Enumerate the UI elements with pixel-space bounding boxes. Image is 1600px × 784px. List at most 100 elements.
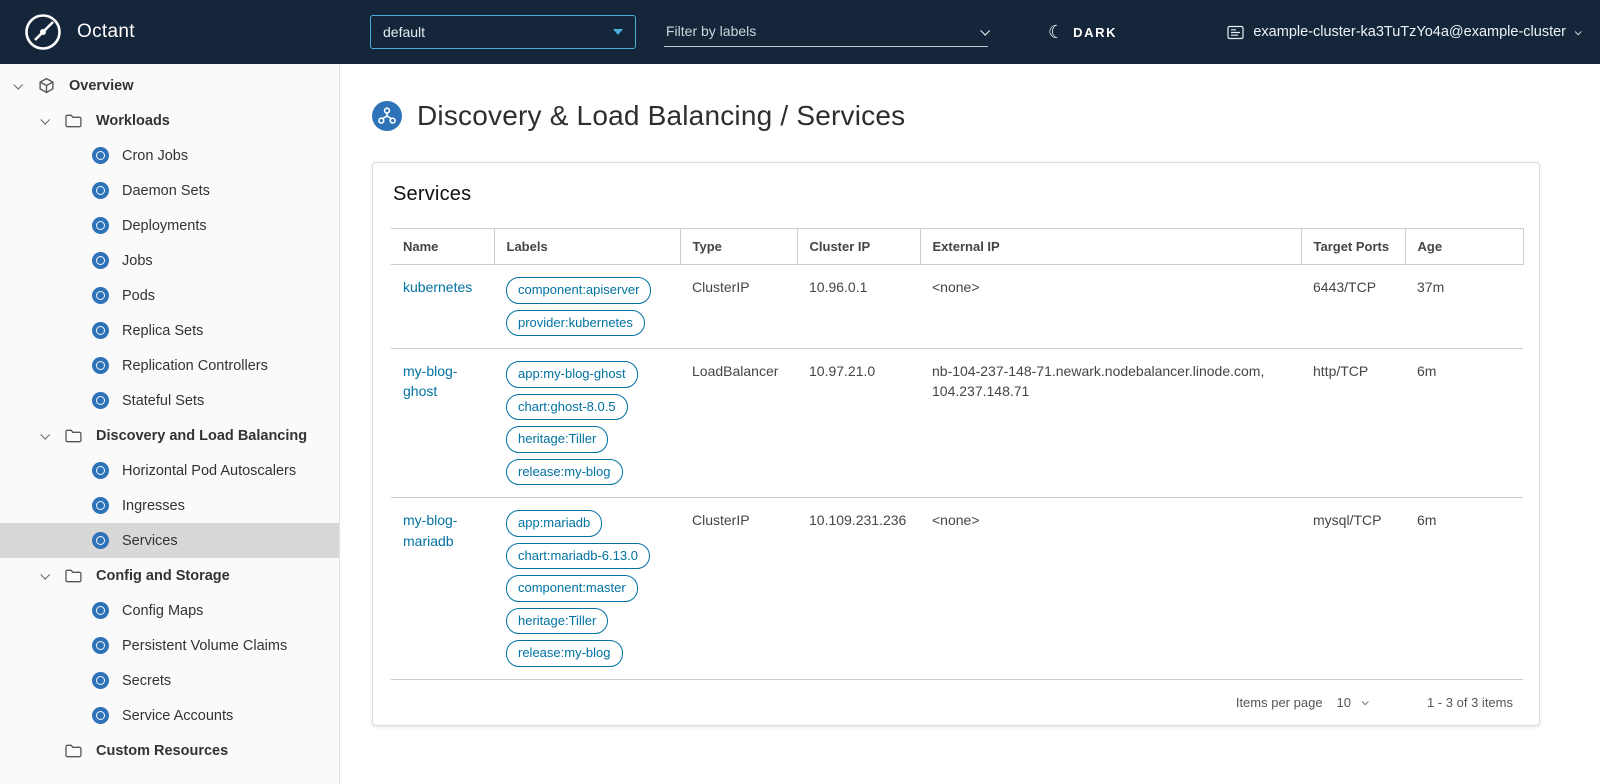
external-ip-cell: nb-104-237-148-71.newark.nodebalancer.li… [920, 349, 1301, 498]
items-per-page-select[interactable]: 10 [1337, 695, 1367, 710]
label-pill: app:mariadb [506, 510, 602, 537]
page-title: Discovery & Load Balancing / Services [417, 100, 905, 132]
octant-logo-icon [22, 11, 64, 53]
chevron-down-icon[interactable] [40, 115, 50, 125]
sidebar-item-secrets[interactable]: Secrets [0, 663, 339, 698]
label-pill: component:master [506, 575, 638, 602]
ingresses-resource-icon [92, 497, 109, 514]
sidebar-item-daemon-sets[interactable]: Daemon Sets [0, 173, 339, 208]
context-selector[interactable]: example-cluster-ka3TuTzYo4a@example-clus… [1227, 0, 1580, 64]
replication-controllers-resource-icon [92, 357, 109, 374]
app-title: Octant [77, 21, 135, 43]
sidebar-item-label: Jobs [122, 253, 153, 269]
items-per-page-value: 10 [1337, 695, 1351, 710]
column-header-labels: Labels [494, 229, 680, 265]
context-label: example-cluster-ka3TuTzYo4a@example-clus… [1253, 24, 1566, 40]
sidebar-item-label: Pods [122, 288, 155, 304]
pvc-resource-icon [92, 637, 109, 654]
cluster-icon [1227, 25, 1244, 40]
sidebar-section-config-and-storage[interactable]: Config and Storage [0, 558, 339, 593]
service-link[interactable]: kubernetes [403, 279, 472, 295]
header: Octant default ☾ DARK example-cluster-ka… [0, 0, 1600, 64]
services-table: Name Labels Type Cluster IP External IP … [391, 228, 1524, 680]
sidebar-section-workloads[interactable]: Workloads [0, 103, 339, 138]
service-link[interactable]: my-blog-mariadb [403, 512, 457, 548]
sidebar-item-config-maps[interactable]: Config Maps [0, 593, 339, 628]
sidebar-item-stateful-sets[interactable]: Stateful Sets [0, 383, 339, 418]
sidebar-item-ingresses[interactable]: Ingresses [0, 488, 339, 523]
labels-cell: component:apiserver provider:kubernetes [494, 265, 680, 349]
target-ports-cell: http/TCP [1301, 349, 1405, 498]
type-cell: LoadBalancer [680, 349, 797, 498]
column-header-cluster-ip: Cluster IP [797, 229, 920, 265]
pagination: Items per page 10 1 - 3 of 3 items [391, 680, 1521, 725]
sidebar-section-label: Workloads [96, 113, 170, 129]
external-ip-cell: <none> [920, 265, 1301, 349]
sidebar-item-pods[interactable]: Pods [0, 278, 339, 313]
table-row: my-blog-ghost app:my-blog-ghost chart:gh… [391, 349, 1523, 498]
hpa-resource-icon [92, 462, 109, 479]
sidebar-item-jobs[interactable]: Jobs [0, 243, 339, 278]
cluster-ip-cell: 10.97.21.0 [797, 349, 920, 498]
sidebar-item-deployments[interactable]: Deployments [0, 208, 339, 243]
stateful-sets-resource-icon [92, 392, 109, 409]
card-title: Services [391, 181, 1521, 206]
sidebar: Overview Workloads Cron Jobs Daemon Sets… [0, 64, 340, 784]
sidebar-item-cron-jobs[interactable]: Cron Jobs [0, 138, 339, 173]
service-accounts-resource-icon [92, 707, 109, 724]
service-link[interactable]: my-blog-ghost [403, 363, 457, 399]
sidebar-item-replica-sets[interactable]: Replica Sets [0, 313, 339, 348]
theme-toggle[interactable]: ☾ DARK [1048, 0, 1117, 64]
labels-cell: app:my-blog-ghost chart:ghost-8.0.5 heri… [494, 349, 680, 498]
label-pill: chart:mariadb-6.13.0 [506, 543, 650, 570]
external-ip-cell: <none> [920, 498, 1301, 680]
name-cell: my-blog-mariadb [391, 498, 494, 680]
chevron-down-icon [1362, 698, 1369, 705]
sidebar-section-label: Discovery and Load Balancing [96, 428, 307, 444]
sidebar-section-custom-resources[interactable]: Custom Resources [0, 733, 339, 768]
label-pill: release:my-blog [506, 640, 623, 667]
pagination-range: 1 - 3 of 3 items [1427, 695, 1513, 710]
sidebar-item-label: Stateful Sets [122, 393, 204, 409]
age-cell: 6m [1405, 349, 1523, 498]
age-cell: 37m [1405, 265, 1523, 349]
type-cell: ClusterIP [680, 498, 797, 680]
sidebar-item-replication-controllers[interactable]: Replication Controllers [0, 348, 339, 383]
folder-icon [65, 429, 82, 443]
sidebar-item-label: Replica Sets [122, 323, 203, 339]
column-header-name: Name [391, 229, 494, 265]
namespace-select[interactable]: default [370, 15, 636, 49]
sidebar-item-label: Replication Controllers [122, 358, 268, 374]
sidebar-item-horizontal-pod-autoscalers[interactable]: Horizontal Pod Autoscalers [0, 453, 339, 488]
jobs-resource-icon [92, 252, 109, 269]
sidebar-item-overview[interactable]: Overview [0, 68, 339, 103]
chevron-down-icon[interactable] [40, 570, 50, 580]
chevron-down-icon[interactable] [13, 80, 23, 90]
sidebar-section-discovery-and-load-balancing[interactable]: Discovery and Load Balancing [0, 418, 339, 453]
label-pill: provider:kubernetes [506, 310, 645, 337]
target-ports-cell: 6443/TCP [1301, 265, 1405, 349]
folder-icon [65, 744, 82, 758]
chevron-down-icon[interactable] [980, 25, 990, 35]
labels-cell: app:mariadb chart:mariadb-6.13.0 compone… [494, 498, 680, 680]
label-filter-input[interactable] [664, 23, 981, 39]
table-row: my-blog-mariadb app:mariadb chart:mariad… [391, 498, 1523, 680]
sidebar-item-label: Deployments [122, 218, 207, 234]
sidebar-item-service-accounts[interactable]: Service Accounts [0, 698, 339, 733]
type-cell: ClusterIP [680, 265, 797, 349]
name-cell: kubernetes [391, 265, 494, 349]
page-header: Discovery & Load Balancing / Services [372, 100, 1600, 132]
namespace-value: default [383, 24, 425, 40]
sidebar-item-label: Cron Jobs [122, 148, 188, 164]
sidebar-item-label: Overview [69, 78, 134, 94]
chevron-down-icon[interactable] [40, 430, 50, 440]
target-ports-cell: mysql/TCP [1301, 498, 1405, 680]
services-card: Services Name Labels Type Cluster IP Ext… [372, 162, 1540, 726]
overview-icon [38, 77, 55, 94]
sidebar-item-persistent-volume-claims[interactable]: Persistent Volume Claims [0, 628, 339, 663]
folder-icon [65, 114, 82, 128]
brand: Octant [22, 0, 135, 64]
sidebar-section-label: Config and Storage [96, 568, 230, 584]
sidebar-item-services[interactable]: Services [0, 523, 339, 558]
moon-icon: ☾ [1048, 23, 1064, 41]
